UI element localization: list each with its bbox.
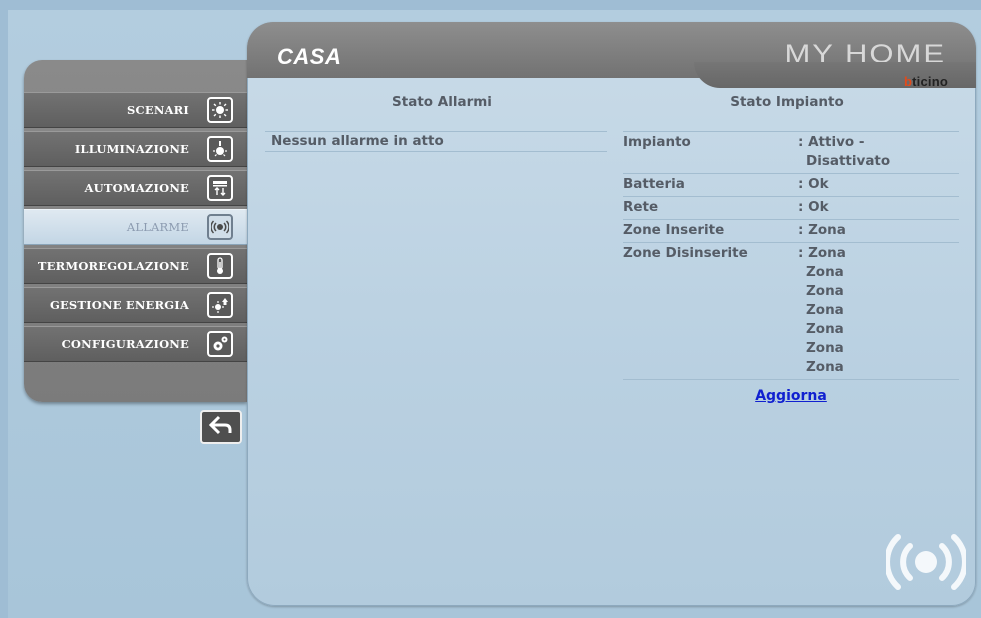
alarms-heading: Stato Allarmi: [392, 94, 492, 110]
scenari-icon: [207, 97, 233, 123]
row-label: Zone Inserite: [623, 222, 725, 238]
table-row: Impianto : Attivo - Disattivato: [623, 132, 959, 174]
sidebar-item-label: GESTIONE ENERGIA: [49, 298, 189, 312]
table-row: Zone Inserite : Zona: [623, 220, 959, 243]
row-value: : Zona Zona Zona Zona Zona Zona Zona: [798, 245, 846, 375]
sidebar-item-termoregolazione[interactable]: TERMOREGOLAZIONE: [24, 248, 247, 284]
row-value: : Ok: [798, 176, 829, 192]
alarm-message: Nessun allarme in atto: [271, 133, 444, 149]
energy-icon: [207, 292, 233, 318]
row-value: : Ok: [798, 199, 829, 215]
back-arrow-icon: [208, 415, 233, 439]
sidebar-item-automazione[interactable]: AUTOMAZIONE: [24, 170, 247, 206]
sidebar-item-illuminazione[interactable]: ILLUMINAZIONE: [24, 131, 247, 167]
row-label: Zone Disinserite: [623, 245, 748, 261]
row-value: : Attivo - Disattivato: [798, 134, 891, 169]
sidebar-item-label: ALLARME: [126, 220, 189, 234]
lightbulb-icon: [207, 136, 233, 162]
row-value: : Zona: [798, 222, 846, 238]
thermometer-icon: [207, 253, 233, 279]
refresh-link[interactable]: Aggiorna: [623, 388, 959, 404]
shutter-icon: [207, 175, 233, 201]
alarm-icon: [207, 214, 233, 240]
sidebar-item-allarme[interactable]: ALLARME: [24, 209, 247, 245]
main-panel: CASA MY HOME bticino Stato Allarmi Stato…: [247, 22, 976, 606]
row-label: Impianto: [623, 134, 691, 150]
plant-heading: Stato Impianto: [730, 94, 844, 110]
row-label: Rete: [623, 199, 659, 215]
alarm-watermark-icon: [884, 532, 968, 592]
sidebar-item-label: AUTOMAZIONE: [84, 181, 189, 195]
sidebar-item-label: ILLUMINAZIONE: [74, 142, 189, 156]
gears-icon: [207, 331, 233, 357]
sidebar-item-label: CONFIGURAZIONE: [61, 337, 189, 351]
page-title: CASA: [277, 44, 342, 69]
table-row: Batteria : Ok: [623, 174, 959, 197]
sidebar-item-scenari[interactable]: SCENARI: [24, 92, 247, 128]
sidebar-item-label: TERMOREGOLAZIONE: [37, 259, 189, 273]
alarms-list: Nessun allarme in atto: [265, 131, 607, 152]
sidebar-item-gestione-energia[interactable]: GESTIONE ENERGIA: [24, 287, 247, 323]
back-button[interactable]: [200, 410, 242, 444]
plant-status-table: Impianto : Attivo - Disattivato Batteria…: [623, 131, 959, 380]
sidebar-item-label: SCENARI: [127, 103, 189, 117]
sidebar-menu: SCENARI ILLUMINAZIONE AUTOMAZIONE ALLARM…: [24, 92, 247, 365]
table-row: Rete : Ok: [623, 197, 959, 220]
row-label: Batteria: [623, 176, 685, 192]
bticino-logo: bticino: [903, 74, 948, 89]
sidebar-item-configurazione[interactable]: CONFIGURAZIONE: [24, 326, 247, 362]
table-row: Zone Disinserite : Zona Zona Zona Zona Z…: [623, 243, 959, 380]
